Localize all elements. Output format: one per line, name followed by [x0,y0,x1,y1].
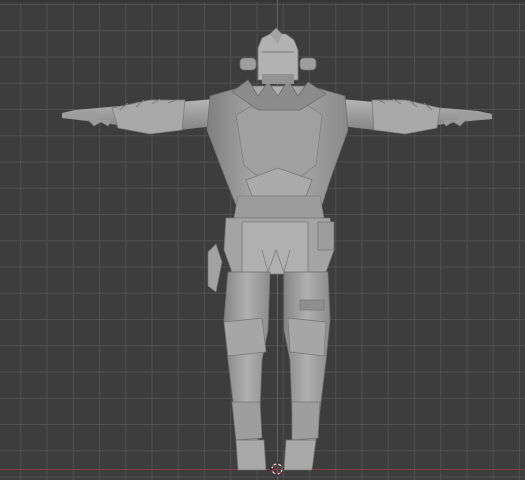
helmet[interactable] [239,28,317,84]
character-model[interactable] [0,0,525,480]
left-leg[interactable] [223,271,271,471]
3d-cursor-icon[interactable] [270,462,284,476]
torso[interactable] [206,79,349,219]
3d-viewport[interactable] [0,0,525,480]
right-arm[interactable] [340,98,492,135]
left-arm[interactable] [62,98,214,135]
right-leg[interactable] [283,271,331,471]
